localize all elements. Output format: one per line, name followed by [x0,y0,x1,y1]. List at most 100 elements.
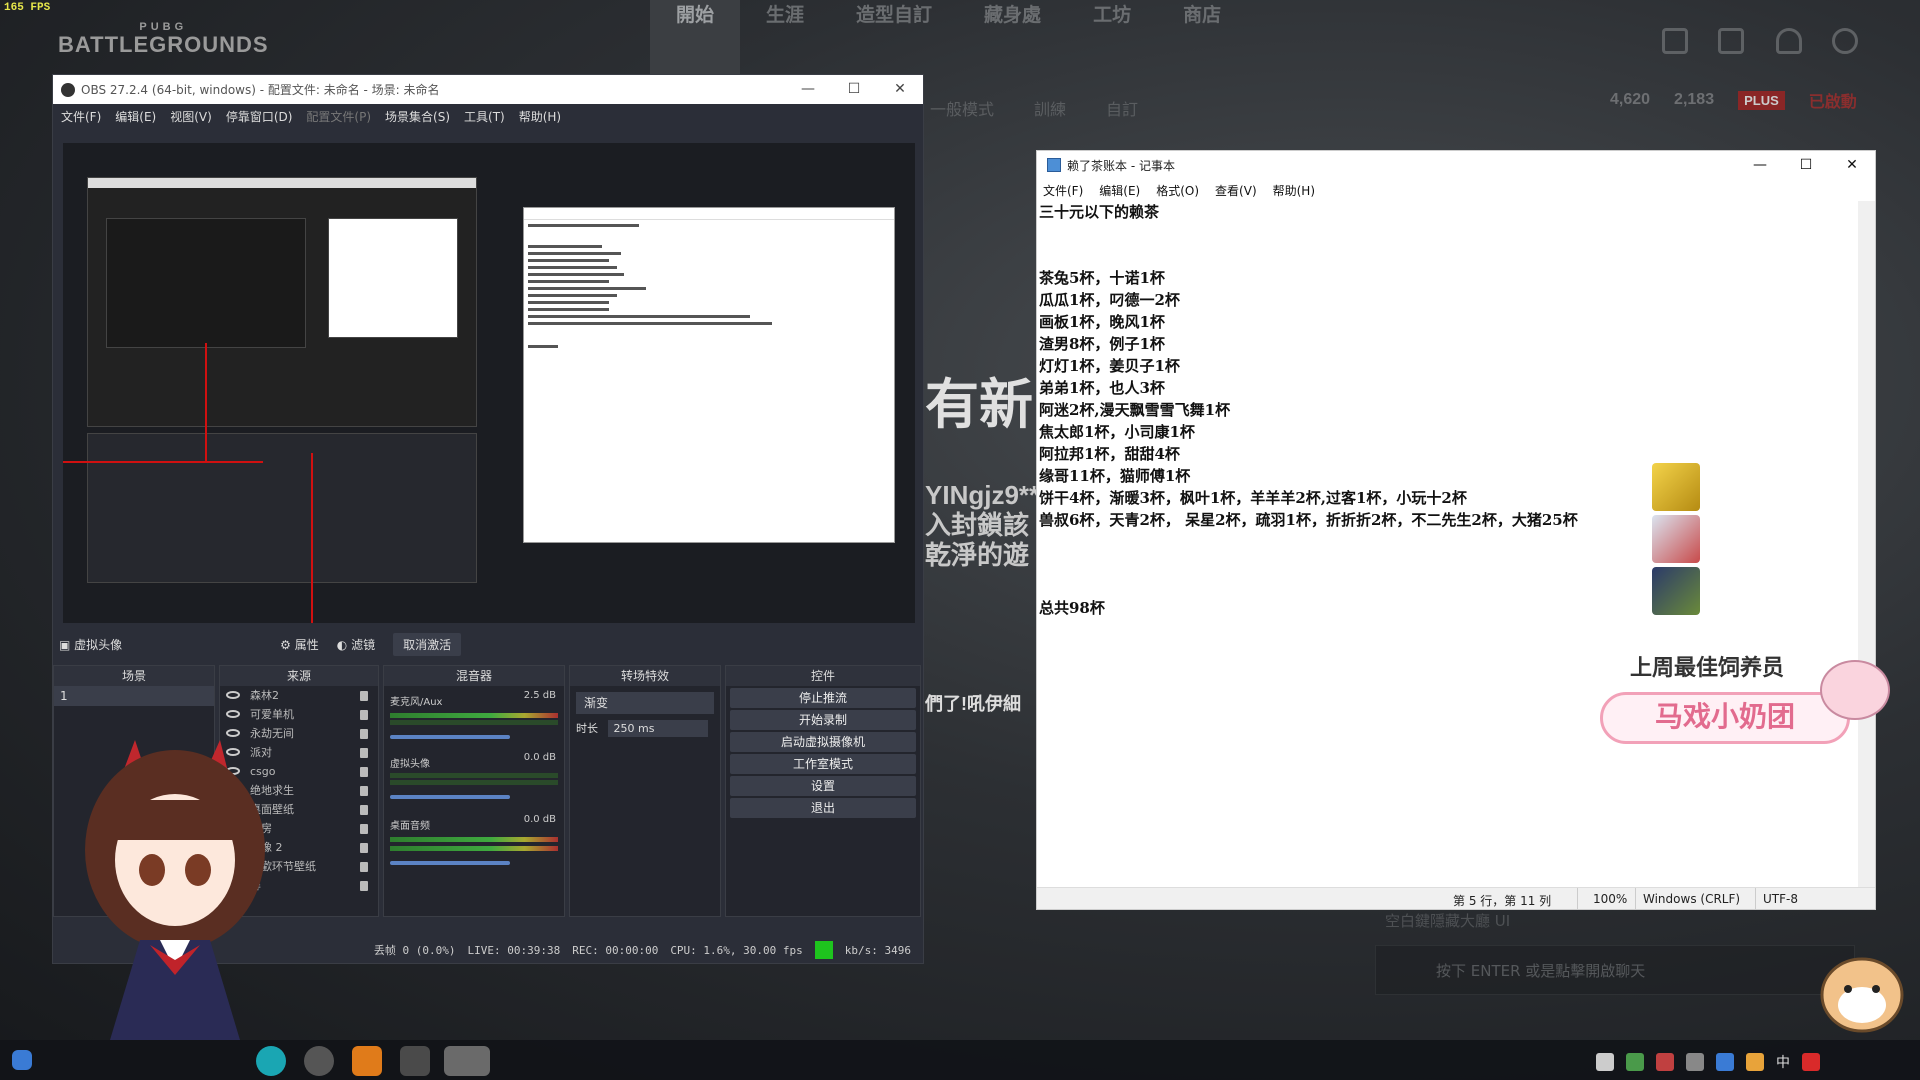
game-nav-hideout[interactable]: 藏身處 [958,0,1067,78]
lock-icon [360,710,368,720]
np-menu-file[interactable]: 文件(F) [1043,182,1083,199]
scene-item[interactable]: 1 [54,686,214,706]
stop-streaming-button[interactable]: 停止推流 [730,688,916,708]
app-icon-orange[interactable] [352,1046,382,1076]
ime-indicator[interactable]: 中 [1776,1052,1790,1072]
minimize-icon[interactable]: — [785,75,831,104]
minimize-icon[interactable]: — [1737,151,1783,179]
maximize-icon[interactable]: ☐ [1783,151,1829,179]
game-nav-workshop[interactable]: 工坊 [1067,0,1157,78]
lock-icon [360,843,368,853]
text-line: 画板1杯，晚风1杯 [1039,313,1165,331]
source-item[interactable]: 可爱单机 [220,705,378,724]
obs-preview-canvas[interactable] [63,143,915,623]
start-virtual-camera-button[interactable]: 启动虚拟摄像机 [730,732,916,752]
game-nav-store[interactable]: 商店 [1157,0,1247,78]
plus-status: 已啟動 [1808,94,1857,111]
tray-icon[interactable] [1716,1053,1734,1071]
obs-menu-file[interactable]: 文件(F) [61,108,101,125]
settings-button[interactable]: 设置 [730,776,916,796]
obs-menu-edit[interactable]: 编辑(E) [115,108,156,125]
game-sub-nav-training[interactable]: 訓練 [1034,96,1066,120]
notepad-scrollbar[interactable] [1858,201,1875,887]
obs-menu-tools[interactable]: 工具(T) [464,108,505,125]
obs-menu-view[interactable]: 视图(V) [170,108,212,125]
tray-icon[interactable] [1656,1053,1674,1071]
app-icon-dark[interactable] [400,1046,430,1076]
game-currency: 4,620 2,183 PLUS 已啟動 [1610,88,1857,112]
currency-bp: 4,620 [1610,91,1651,108]
source-item[interactable]: 森林2 [220,686,378,705]
notepad-taskbar-icon[interactable] [444,1046,490,1076]
game-sub-nav-custom[interactable]: 自訂 [1106,96,1138,120]
exit-button[interactable]: 退出 [730,798,916,818]
text-line [1039,223,1857,245]
game-sub-nav-normal[interactable]: 一般模式 [930,96,994,120]
text-line: 茶兔5杯，十诺1杯 [1039,269,1165,287]
obs-menu-scene-collection[interactable]: 场景集合(S) [385,108,450,125]
volume-slider[interactable] [390,735,510,739]
game-settings-gear-icon[interactable] [1832,28,1858,54]
tray-icon[interactable] [1802,1053,1820,1071]
game-missions-icon[interactable] [1718,28,1744,54]
app-icon-cyan[interactable] [256,1046,286,1076]
game-nav-customize[interactable]: 造型自訂 [830,0,958,78]
duration-input[interactable]: 250 ms [607,720,708,737]
transitions-dock-title: 转场特效 [570,666,720,686]
volume-slider[interactable] [390,795,510,799]
np-menu-edit[interactable]: 编辑(E) [1099,182,1140,199]
game-nav-start[interactable]: 開始 [650,0,741,78]
airplane-badge-icon [1652,515,1700,563]
np-menu-view[interactable]: 查看(V) [1215,182,1257,199]
tray-icon[interactable] [1596,1053,1614,1071]
game-promo-line: 入封鎖該 [925,510,1030,540]
maximize-icon[interactable]: ☐ [831,75,877,104]
mixer-channel: 虚拟头像 0.0 dB [384,748,564,810]
np-menu-format[interactable]: 格式(O) [1156,182,1199,199]
windows-start-icon[interactable] [12,1050,32,1070]
sources-dock-title: 来源 [220,666,378,686]
deactivate-button[interactable]: 取消激活 [393,632,462,656]
tray-icon[interactable] [1626,1053,1644,1071]
properties-button[interactable]: ⚙ 属性 [280,636,319,653]
volume-meter [390,773,558,778]
volume-slider[interactable] [390,861,510,865]
game-promo-banner: 們了!吼伊細 [925,694,1021,714]
text-line: 缘哥11杯，猫师傅1杯 [1039,467,1191,485]
text-line: 灯灯1杯，姜贝子1杯 [1039,357,1180,375]
obs-menu-docks[interactable]: 停靠窗口(D) [226,108,293,125]
preview-guide-line [63,461,263,463]
eye-icon [226,710,240,718]
notepad-status-bar: 第 5 行，第 11 列 100% Windows (CRLF) UTF-8 [1037,887,1875,910]
game-nav-career[interactable]: 生涯 [740,0,830,78]
game-bell-icon[interactable] [1776,28,1802,54]
lock-icon [360,786,368,796]
text-line [1039,245,1857,267]
eye-icon [226,691,240,699]
obs-menu-help[interactable]: 帮助(H) [519,108,561,125]
studio-mode-button[interactable]: 工作室模式 [730,754,916,774]
close-icon[interactable]: ✕ [1829,151,1875,179]
tray-icon[interactable] [1746,1053,1764,1071]
cursor-position: 第 5 行，第 11 列 [1453,894,1552,908]
close-icon[interactable]: ✕ [877,75,923,104]
duration-label: 时长 [576,722,598,735]
game-mail-icon[interactable] [1662,28,1688,54]
filters-button[interactable]: ◐ 滤镜 [337,636,375,653]
obs-taskbar-icon[interactable] [304,1046,334,1076]
transition-select[interactable]: 渐变 [576,692,714,714]
game-promo-text: YINgjz9*** 入封鎖該 乾淨的遊 [925,480,1049,570]
game-logo: PUBG BATTLEGROUNDS [58,18,269,56]
obs-title-bar: OBS 27.2.4 (64-bit, windows) - 配置文件: 未命名… [53,75,923,104]
gold-card-badge-icon [1652,463,1700,511]
obs-menu-profile[interactable]: 配置文件(P) [306,108,371,125]
np-menu-help[interactable]: 帮助(H) [1273,182,1315,199]
mixer-channel: 桌面音频 0.0 dB [384,810,564,872]
notepad-text-area[interactable]: 三十元以下的赖茶 茶兔5杯，十诺1杯 瓜瓜1杯，叼德一2杯 画板1杯，晚风1杯 … [1037,201,1859,887]
start-recording-button[interactable]: 开始录制 [730,710,916,730]
mixer-dock: 混音器 麦克风/Aux 2.5 dB 虚拟头像 0.0 dB 桌面音频 0.0 … [383,665,565,917]
mixer-channel-name: 桌面音频 [390,821,430,832]
vtuber-avatar [85,740,265,1040]
tray-icon[interactable] [1686,1053,1704,1071]
game-chat-input[interactable]: 按下 ENTER 或是點擊開啟聊天 [1375,945,1855,995]
